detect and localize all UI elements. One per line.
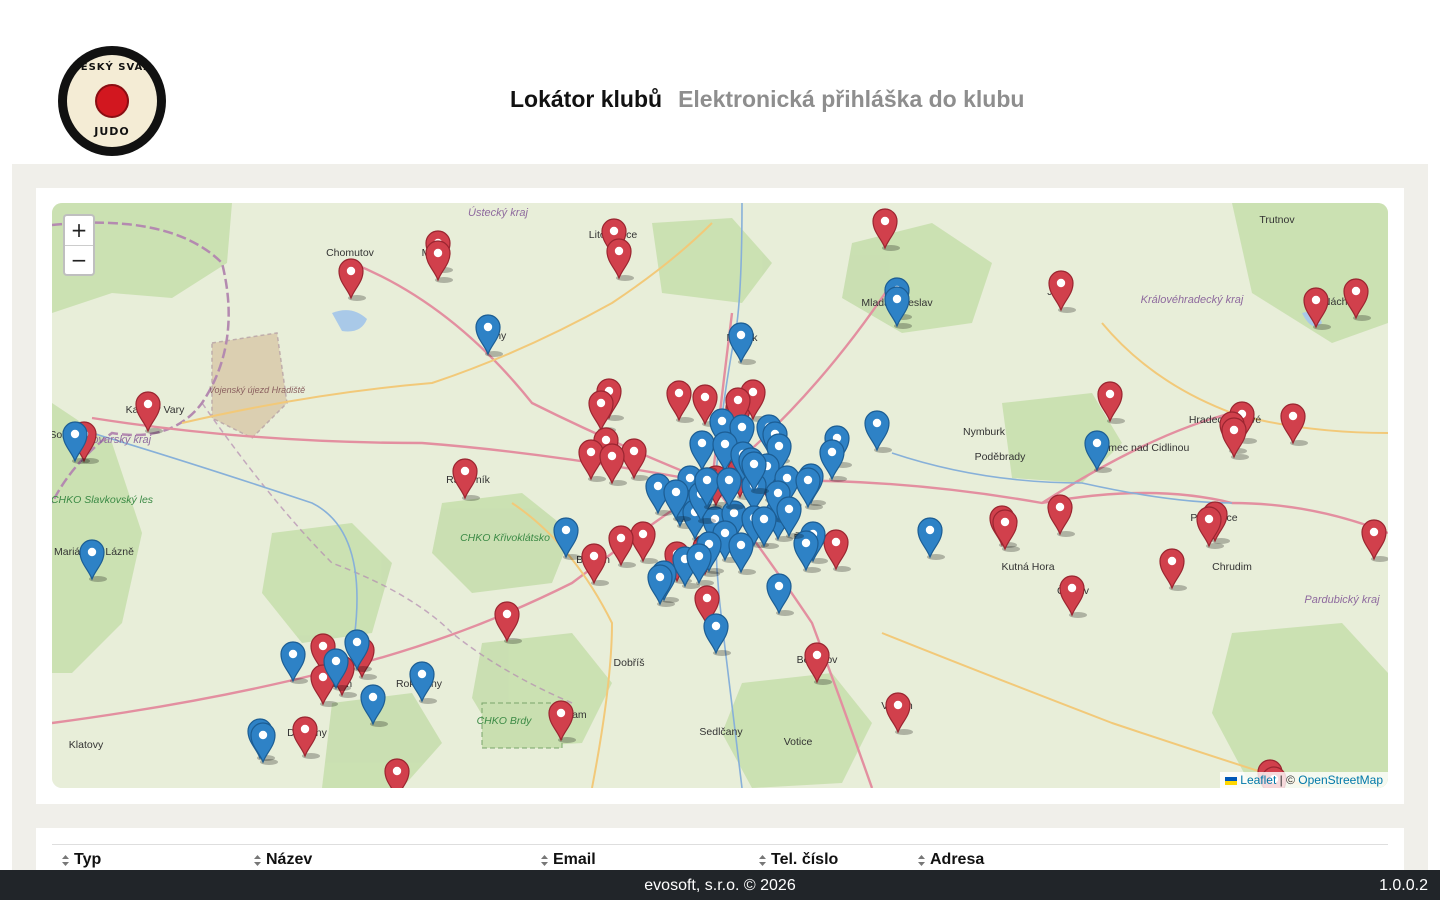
map-label: Trutnov	[1259, 214, 1295, 226]
map-label: Kutná Hora	[1001, 561, 1054, 573]
zoom-in-button[interactable]: +	[65, 216, 93, 245]
column-header-name-label: Název	[266, 851, 313, 868]
column-header-email[interactable]: Email	[541, 851, 596, 869]
map-label: Dobříš	[614, 657, 645, 669]
sort-icon	[759, 854, 766, 866]
leaflet-link[interactable]: Leaflet	[1240, 773, 1276, 787]
openstreetmap-link[interactable]: OpenStreetMap	[1298, 773, 1383, 787]
judo-federation-logo[interactable]: ČESKÝ SVAZ JUDO	[58, 46, 166, 156]
logo-bottom-text: JUDO	[94, 125, 130, 138]
zoom-control: + −	[63, 214, 95, 276]
map-label: CHKO Křivoklátsko	[460, 532, 550, 544]
map-tiles[interactable]: Ústecký krajChomutovMostLitoměřiceLounyM…	[52, 203, 1388, 788]
column-header-phone-label: Tel. číslo	[771, 851, 839, 868]
logo-top-text: ČESKÝ SVAZ	[72, 62, 152, 73]
map-label: Votice	[784, 736, 813, 748]
app-version: 1.0.0.2	[1379, 877, 1428, 894]
map-label: Poděbrady	[975, 451, 1027, 463]
map-label: Chrudim	[1212, 561, 1252, 573]
map-attribution: Leaflet | © OpenStreetMap	[1220, 772, 1388, 788]
nav-electronic-application[interactable]: Elektronická přihláška do klubu	[678, 86, 1024, 113]
sort-icon	[918, 854, 925, 866]
ukraine-flag-icon	[1225, 776, 1238, 785]
map-label: Pardubický kraj	[1304, 594, 1380, 606]
column-header-address-label: Adresa	[930, 851, 985, 868]
main-nav: Lokátor klubů Elektronická přihláška do …	[510, 86, 1024, 113]
map-label: Klatovy	[69, 739, 104, 751]
map-label: Ústecký kraj	[468, 206, 528, 219]
sort-icon	[541, 854, 548, 866]
map-label: Chomutov	[326, 247, 375, 259]
attribution-separator: | ©	[1276, 773, 1299, 787]
table-top-border	[52, 844, 1388, 845]
map-label: Vojenský újezd Hradiště	[209, 385, 305, 395]
map-label: CHKO Brdy	[477, 715, 533, 727]
column-header-phone[interactable]: Tel. číslo	[759, 851, 838, 869]
column-header-address[interactable]: Adresa	[918, 851, 984, 869]
column-header-type-label: Typ	[74, 851, 102, 868]
map-label: Sedlčany	[699, 726, 743, 738]
page-header: ČESKÝ SVAZ JUDO Lokátor klubů Elektronic…	[0, 0, 1440, 164]
logo-red-circle	[95, 84, 129, 118]
column-header-type[interactable]: Typ	[62, 851, 101, 869]
map-label: Královéhradecký kraj	[1141, 294, 1244, 306]
sort-icon	[62, 854, 69, 866]
footer-copyright: evosoft, s.r.o. © 2026	[644, 877, 796, 894]
clubs-table-card	[36, 828, 1404, 870]
page-footer: evosoft, s.r.o. © 2026 1.0.0.2	[0, 870, 1440, 900]
column-header-email-label: Email	[553, 851, 596, 868]
sort-icon	[254, 854, 261, 866]
nav-club-locator[interactable]: Lokátor klubů	[510, 86, 662, 113]
map-label: Nymburk	[963, 426, 1006, 438]
map-label: CHKO Slavkovský les	[52, 494, 154, 506]
column-header-name[interactable]: Název	[254, 851, 312, 869]
zoom-out-button[interactable]: −	[65, 245, 93, 274]
club-map[interactable]: Ústecký krajChomutovMostLitoměřiceLounyM…	[52, 203, 1388, 788]
logo-inner: ČESKÝ SVAZ JUDO	[67, 55, 157, 147]
